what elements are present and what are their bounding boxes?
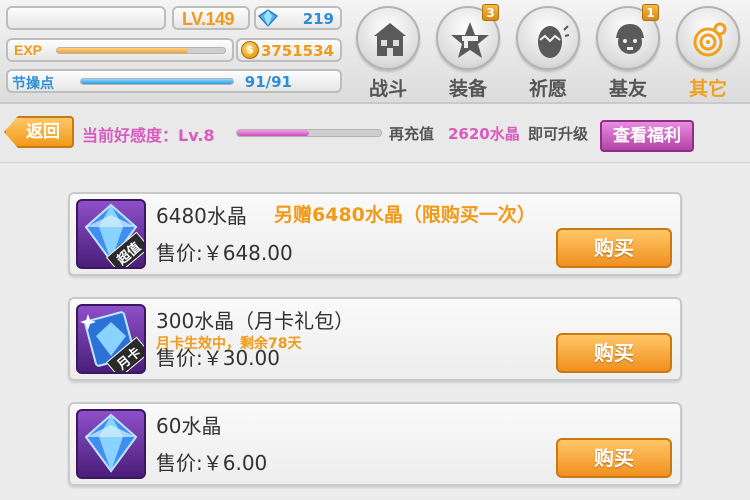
menu-equipment-label: 装备 — [448, 78, 487, 100]
recharge-prefix: 再充值 — [389, 125, 435, 143]
menu-other-label: 其它 — [688, 78, 727, 100]
player-name-field — [6, 6, 166, 30]
stamina-display: 节操点 91/91 — [6, 69, 342, 93]
menu-other-button[interactable]: 其它 — [672, 4, 744, 102]
coin-icon: $ — [241, 41, 259, 59]
recharge-suffix: 即可升级 — [528, 125, 589, 143]
crystal-icon — [84, 413, 138, 473]
stamina-label: 节操点 — [12, 76, 54, 92]
exp-display: EXP — [6, 38, 234, 62]
level-text: LV.149 — [182, 9, 235, 29]
item-price: 售价:￥6.00 — [156, 451, 268, 475]
exp-bar — [56, 47, 226, 54]
buy-button[interactable]: 购买 — [556, 438, 672, 478]
crystal-pack-icon — [76, 409, 146, 479]
stamina-bar — [80, 78, 234, 85]
shop-item-monthly-card: 月卡 300水晶（月卡礼包） 月卡生效中，剩余78天 售价:￥30.00 购买 — [68, 297, 682, 381]
recharge-amount: 2620水晶 — [448, 125, 520, 143]
egg-icon — [538, 25, 570, 58]
exp-bar-fill — [57, 48, 189, 53]
gem-counter: 219 — [254, 6, 342, 30]
favor-level-label: 当前好感度：Lv.8 — [82, 126, 215, 145]
top-hud: LV.149 219 EXP $ 3751534 节操点 91/91 战斗 3 … — [0, 0, 750, 104]
friend-face-icon — [616, 24, 644, 54]
buy-button[interactable]: 购买 — [556, 228, 672, 268]
shop-item-60: 60水晶 售价:￥6.00 购买 — [68, 402, 682, 486]
level-display: LV.149 — [172, 6, 250, 30]
item-name: 300水晶（月卡礼包） — [156, 309, 355, 333]
menu-friends-button[interactable]: 1 基友 — [592, 4, 664, 102]
view-benefits-button[interactable]: 查看福利 — [600, 120, 694, 152]
gold-count: 3751534 — [260, 42, 334, 60]
item-name: 6480水晶 — [156, 204, 247, 228]
gun-star-icon — [451, 22, 489, 58]
crystal-pack-icon: 超值 — [76, 199, 146, 269]
monthly-card-icon: 月卡 — [76, 304, 146, 374]
gold-counter: $ 3751534 — [236, 38, 342, 62]
stamina-value: 91/91 — [244, 73, 292, 91]
item-price: 售价:￥648.00 — [156, 241, 293, 265]
favor-progress-bar — [236, 129, 382, 137]
gear-target-icon — [693, 22, 727, 57]
menu-equipment-button[interactable]: 3 装备 — [432, 4, 504, 102]
menu-friends-label: 基友 — [608, 78, 647, 100]
menu-wish-label: 祈愿 — [528, 78, 567, 100]
buy-button[interactable]: 购买 — [556, 333, 672, 373]
menu-wish-button[interactable]: 祈愿 — [512, 4, 584, 102]
back-button[interactable]: 返回 — [4, 116, 74, 148]
gem-icon — [258, 9, 278, 27]
exp-label: EXP — [14, 42, 43, 58]
equipment-badge: 3 — [482, 4, 499, 21]
item-price: 售价:￥30.00 — [156, 346, 280, 370]
menu-battle-label: 战斗 — [368, 78, 407, 100]
item-name: 60水晶 — [156, 414, 222, 438]
friends-badge: 1 — [642, 4, 659, 21]
gem-count: 219 — [302, 10, 334, 28]
stamina-bar-fill — [81, 79, 233, 84]
house-icon — [374, 23, 406, 56]
favor-progress-fill — [237, 130, 309, 136]
item-bonus: 另赠6480水晶（限购买一次） — [274, 204, 536, 226]
shop-item-6480: 超值 6480水晶 另赠6480水晶（限购买一次） 售价:￥648.00 购买 — [68, 192, 682, 276]
menu-battle-button[interactable]: 战斗 — [352, 4, 424, 102]
